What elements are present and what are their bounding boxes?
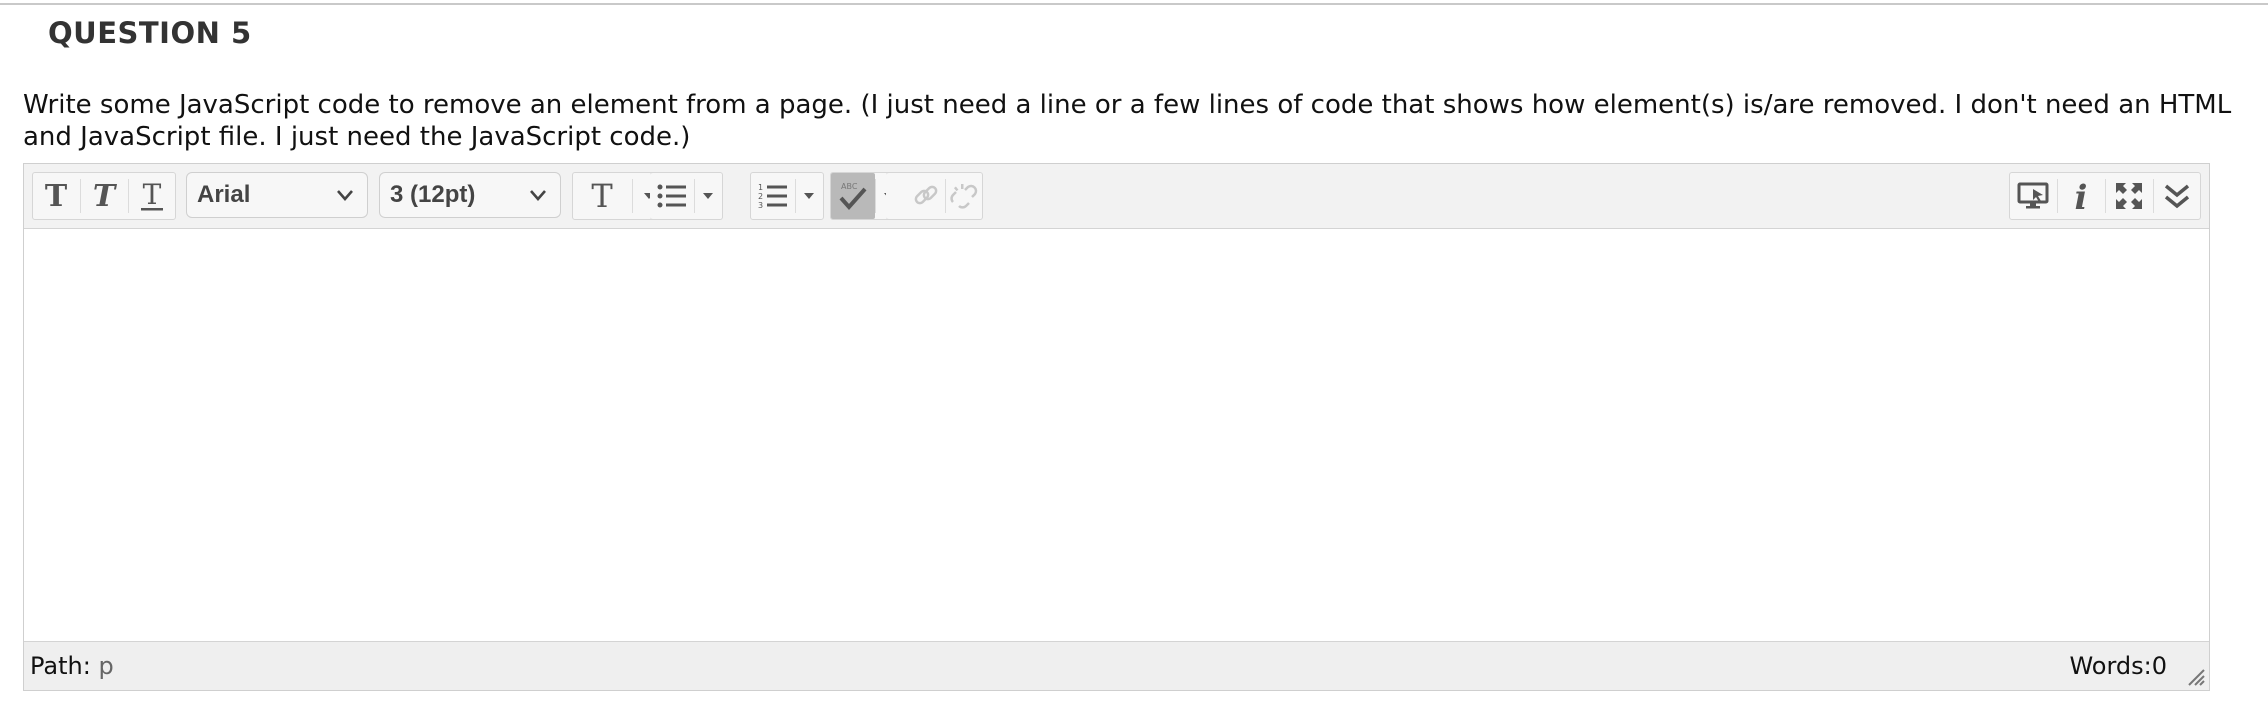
question-title: QUESTION 5 — [48, 16, 252, 50]
svg-text:T: T — [45, 181, 68, 211]
svg-text:3: 3 — [758, 201, 763, 210]
numbered-list-dropdown[interactable] — [796, 173, 823, 219]
info-icon: i — [2075, 179, 2088, 213]
unlink-button[interactable] — [946, 173, 982, 219]
resize-handle-icon[interactable] — [2185, 666, 2205, 686]
font-size-value: 3 (12pt) — [390, 181, 476, 208]
font-family-value: Arial — [197, 181, 251, 208]
text-color-icon: T — [591, 180, 613, 212]
editor-statusbar: Path: p Words:0 — [24, 641, 2209, 690]
text-color-button[interactable]: T — [573, 173, 631, 219]
italic-button[interactable]: T — [81, 173, 127, 219]
fullscreen-button[interactable] — [2106, 173, 2152, 219]
link-group — [886, 172, 983, 220]
svg-text:T: T — [143, 180, 162, 211]
fullscreen-icon — [2116, 183, 2142, 209]
font-size-select[interactable]: 3 (12pt) — [379, 172, 561, 218]
svg-text:ABC: ABC — [841, 182, 858, 191]
bold-icon: T — [45, 181, 68, 211]
collapse-toolbar-button[interactable] — [2154, 173, 2200, 219]
bullet-list-dropdown[interactable] — [695, 173, 722, 219]
spellcheck-icon: ABC — [839, 182, 867, 211]
numbered-list-button[interactable]: 1 2 3 — [751, 173, 795, 219]
underline-button[interactable]: T — [129, 173, 175, 219]
text-style-group: T T T — [32, 172, 176, 220]
path-value[interactable]: p — [98, 652, 113, 680]
editor-content-area[interactable] — [24, 229, 2209, 641]
underline-icon: T — [141, 180, 163, 211]
caret-down-icon — [703, 193, 713, 199]
top-divider — [0, 3, 2268, 5]
chevron-down-icon — [337, 190, 353, 201]
svg-text:T: T — [591, 180, 613, 212]
editor-options-group: i — [2009, 172, 2201, 220]
font-family-select[interactable]: Arial — [186, 172, 368, 218]
svg-text:2: 2 — [758, 192, 763, 201]
preview-icon — [2017, 182, 2049, 209]
numbered-list-icon: 1 2 3 — [758, 183, 787, 210]
path-label: Path: — [30, 652, 91, 680]
svg-text:T: T — [93, 181, 118, 211]
info-button[interactable]: i — [2058, 173, 2104, 219]
numbered-list-group: 1 2 3 — [750, 172, 824, 220]
link-button[interactable] — [908, 173, 944, 219]
svg-text:1: 1 — [758, 183, 763, 192]
preview-button[interactable] — [2010, 173, 2056, 219]
rich-text-editor: T T T Arial 3 (12pt) T 1 2 3 ABC i Path:… — [23, 163, 2210, 691]
question-text: Write some JavaScript code to remove an … — [23, 90, 2232, 152]
italic-icon: T — [93, 181, 118, 211]
bold-button[interactable]: T — [33, 173, 79, 219]
unlink-icon — [950, 184, 978, 209]
collapse-toolbar-icon — [2164, 184, 2190, 209]
bullet-list-group — [650, 172, 723, 220]
bullet-list-button[interactable] — [650, 173, 694, 219]
caret-down-icon — [804, 193, 814, 199]
link-icon — [914, 185, 938, 205]
word-count: Words:0 — [2069, 652, 2167, 680]
editor-toolbar: T T T Arial 3 (12pt) T 1 2 3 ABC i — [24, 164, 2209, 229]
svg-text:i: i — [2075, 179, 2088, 213]
path-indicator: Path: p — [30, 642, 114, 690]
bullet-list-icon — [657, 184, 686, 208]
chevron-down-icon — [530, 190, 546, 201]
spellcheck-button[interactable]: ABC — [831, 173, 875, 219]
